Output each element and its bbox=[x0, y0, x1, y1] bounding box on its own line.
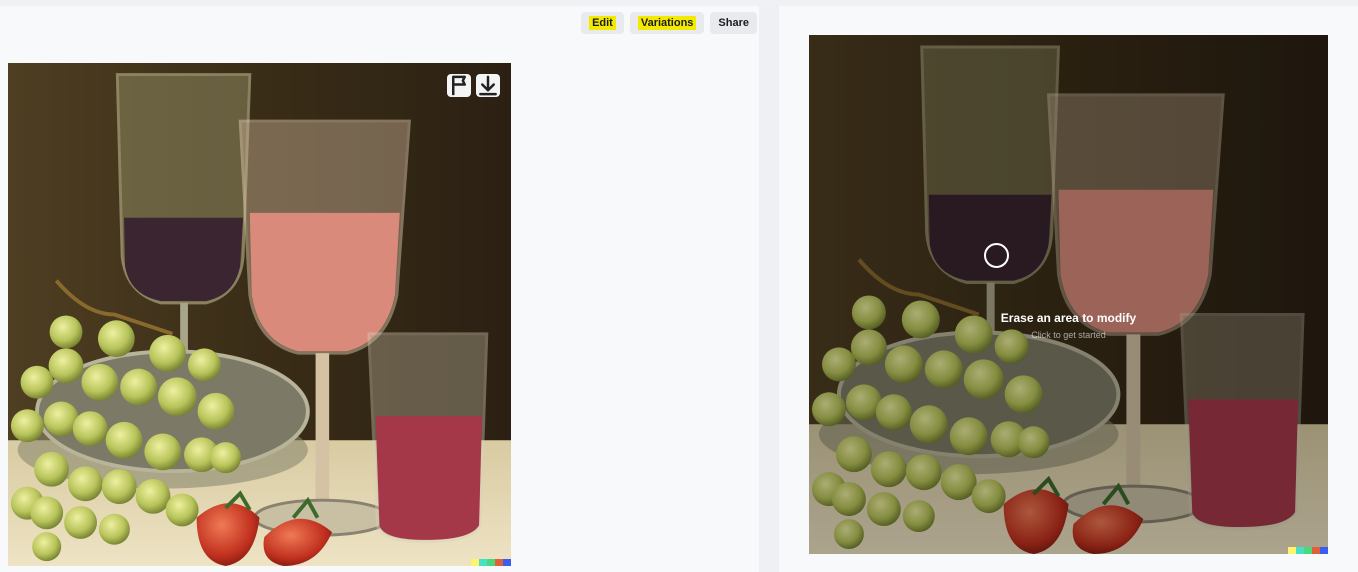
erase-prompt-hint: Click to get started bbox=[1031, 330, 1106, 340]
edit-button-label: Edit bbox=[589, 16, 616, 30]
erase-prompt-title: Erase an area to modify bbox=[1000, 311, 1137, 325]
signature-watermark bbox=[471, 559, 511, 566]
image-toolbar: Edit Variations Share bbox=[581, 12, 757, 34]
edit-signature-watermark bbox=[1288, 547, 1328, 554]
variations-button[interactable]: Variations bbox=[629, 12, 705, 34]
share-button[interactable]: Share bbox=[710, 12, 757, 34]
variations-button-label: Variations bbox=[637, 16, 697, 30]
canvas-dim-overlay bbox=[809, 35, 1328, 554]
report-button[interactable] bbox=[447, 74, 471, 97]
generated-image[interactable] bbox=[8, 63, 511, 566]
painting-canvas bbox=[8, 63, 511, 566]
flag-icon bbox=[452, 75, 466, 96]
eraser-brush-cursor bbox=[984, 243, 1009, 268]
download-icon bbox=[479, 75, 497, 96]
editor-panel: Erase an area to modify Click to get sta… bbox=[779, 6, 1358, 572]
result-panel: Edit Variations Share bbox=[0, 6, 759, 572]
edit-button[interactable]: Edit bbox=[581, 12, 624, 34]
edit-canvas[interactable]: Erase an area to modify Click to get sta… bbox=[809, 35, 1328, 554]
download-button[interactable] bbox=[476, 74, 500, 97]
